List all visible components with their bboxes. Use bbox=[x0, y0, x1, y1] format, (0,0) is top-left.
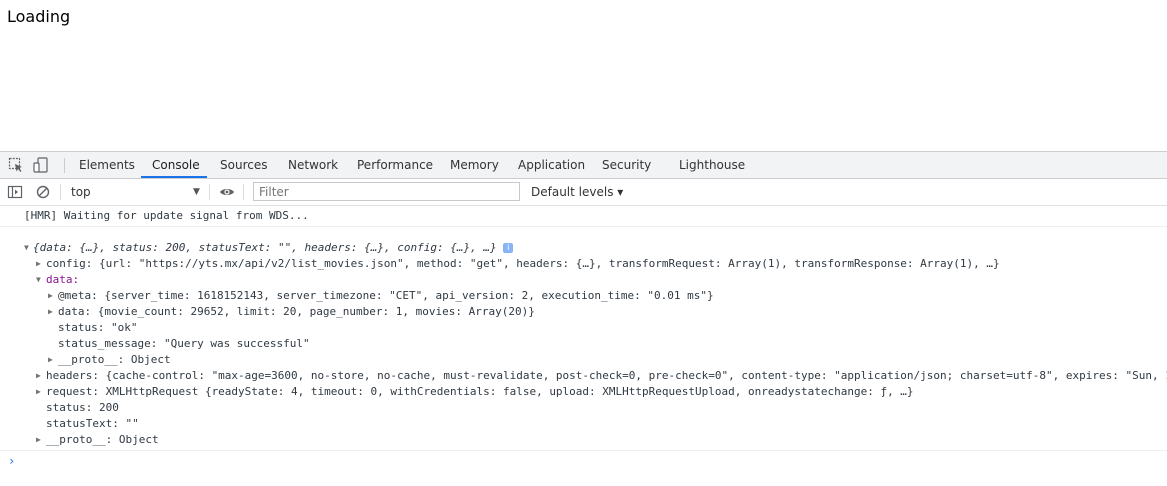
prop-headers[interactable]: headers: {cache-control: "max-age=3600, … bbox=[46, 368, 1167, 384]
page-viewport: Loading bbox=[0, 0, 1167, 151]
collapsed-triangle-icon[interactable]: ▶ bbox=[36, 432, 44, 448]
prop-status: status: 200 bbox=[46, 401, 119, 414]
sidebar-toggle-icon[interactable] bbox=[7, 184, 23, 200]
prop-data-inner[interactable]: data: {movie_count: 29652, limit: 20, pa… bbox=[58, 304, 535, 320]
message-separator bbox=[0, 226, 1167, 227]
object-summary-text: {data: {…}, status: 200, statusText: "",… bbox=[33, 241, 497, 254]
loading-text: Loading bbox=[7, 7, 71, 26]
console-toolbar: top ▼ Default levels ▾ bbox=[0, 179, 1167, 206]
collapsed-triangle-icon[interactable]: ▶ bbox=[36, 384, 44, 400]
chevron-down-icon: ▼ bbox=[193, 187, 200, 197]
tab-security[interactable]: Security bbox=[602, 152, 651, 178]
toolbar-separator bbox=[243, 184, 244, 200]
console-prompt-icon[interactable]: › bbox=[8, 453, 15, 469]
tab-memory[interactable]: Memory bbox=[450, 152, 499, 178]
prop-meta[interactable]: @meta: {server_time: 1618152143, server_… bbox=[58, 288, 714, 304]
prop-proto-inner[interactable]: __proto__: Object bbox=[58, 352, 171, 368]
inspect-element-icon[interactable] bbox=[8, 157, 24, 173]
prop-request[interactable]: request: XMLHttpRequest {readyState: 4, … bbox=[46, 384, 914, 400]
prop-config[interactable]: config: {url: "https://yts.mx/api/v2/lis… bbox=[46, 256, 1000, 272]
context-value: top bbox=[71, 185, 91, 199]
tab-application[interactable]: Application bbox=[518, 152, 585, 178]
tab-console[interactable]: Console bbox=[152, 152, 200, 178]
console-output: [HMR] Waiting for update signal from WDS… bbox=[0, 206, 1167, 486]
context-selector[interactable]: top ▼ bbox=[66, 183, 204, 201]
collapsed-triangle-icon[interactable]: ▶ bbox=[36, 256, 44, 272]
collapsed-triangle-icon[interactable]: ▶ bbox=[48, 288, 56, 304]
prop-proto-outer[interactable]: __proto__: Object bbox=[46, 432, 159, 448]
tab-performance[interactable]: Performance bbox=[357, 152, 433, 178]
prop-data[interactable]: data: bbox=[46, 272, 79, 288]
tab-lighthouse[interactable]: Lighthouse bbox=[679, 152, 745, 178]
collapsed-triangle-icon[interactable]: ▶ bbox=[48, 304, 56, 320]
devtools-panel: Elements Console Sources Network Perform… bbox=[0, 151, 1167, 486]
collapsed-triangle-icon[interactable]: ▶ bbox=[48, 352, 56, 368]
console-message-hmr: [HMR] Waiting for update signal from WDS… bbox=[24, 209, 309, 222]
message-separator bbox=[0, 450, 1167, 451]
prop-status-ok: status: "ok" bbox=[58, 321, 138, 334]
clear-console-icon[interactable] bbox=[35, 184, 51, 200]
info-icon[interactable]: i bbox=[503, 243, 514, 253]
device-toggle-icon[interactable] bbox=[33, 157, 49, 173]
eye-icon[interactable] bbox=[219, 184, 235, 200]
prop-status-message: status_message: "Query was successful" bbox=[58, 337, 310, 350]
tab-network[interactable]: Network bbox=[288, 152, 338, 178]
default-levels-dropdown[interactable]: Default levels ▾ bbox=[531, 179, 623, 205]
expand-triangle-icon[interactable]: ▼ bbox=[36, 272, 44, 288]
tab-sources[interactable]: Sources bbox=[220, 152, 267, 178]
toolbar-separator bbox=[60, 184, 61, 200]
devtools-tabbar: Elements Console Sources Network Perform… bbox=[0, 152, 1167, 179]
toolbar-separator bbox=[209, 184, 210, 200]
active-tab-indicator bbox=[141, 176, 207, 178]
response-object-summary[interactable]: {data: {…}, status: 200, statusText: "",… bbox=[33, 240, 514, 256]
tab-separator bbox=[64, 158, 65, 173]
prop-status-text: statusText: "" bbox=[46, 417, 139, 430]
expand-triangle-icon[interactable]: ▼ bbox=[24, 240, 32, 256]
tab-elements[interactable]: Elements bbox=[79, 152, 135, 178]
filter-input[interactable] bbox=[253, 182, 520, 201]
collapsed-triangle-icon[interactable]: ▶ bbox=[36, 368, 44, 384]
